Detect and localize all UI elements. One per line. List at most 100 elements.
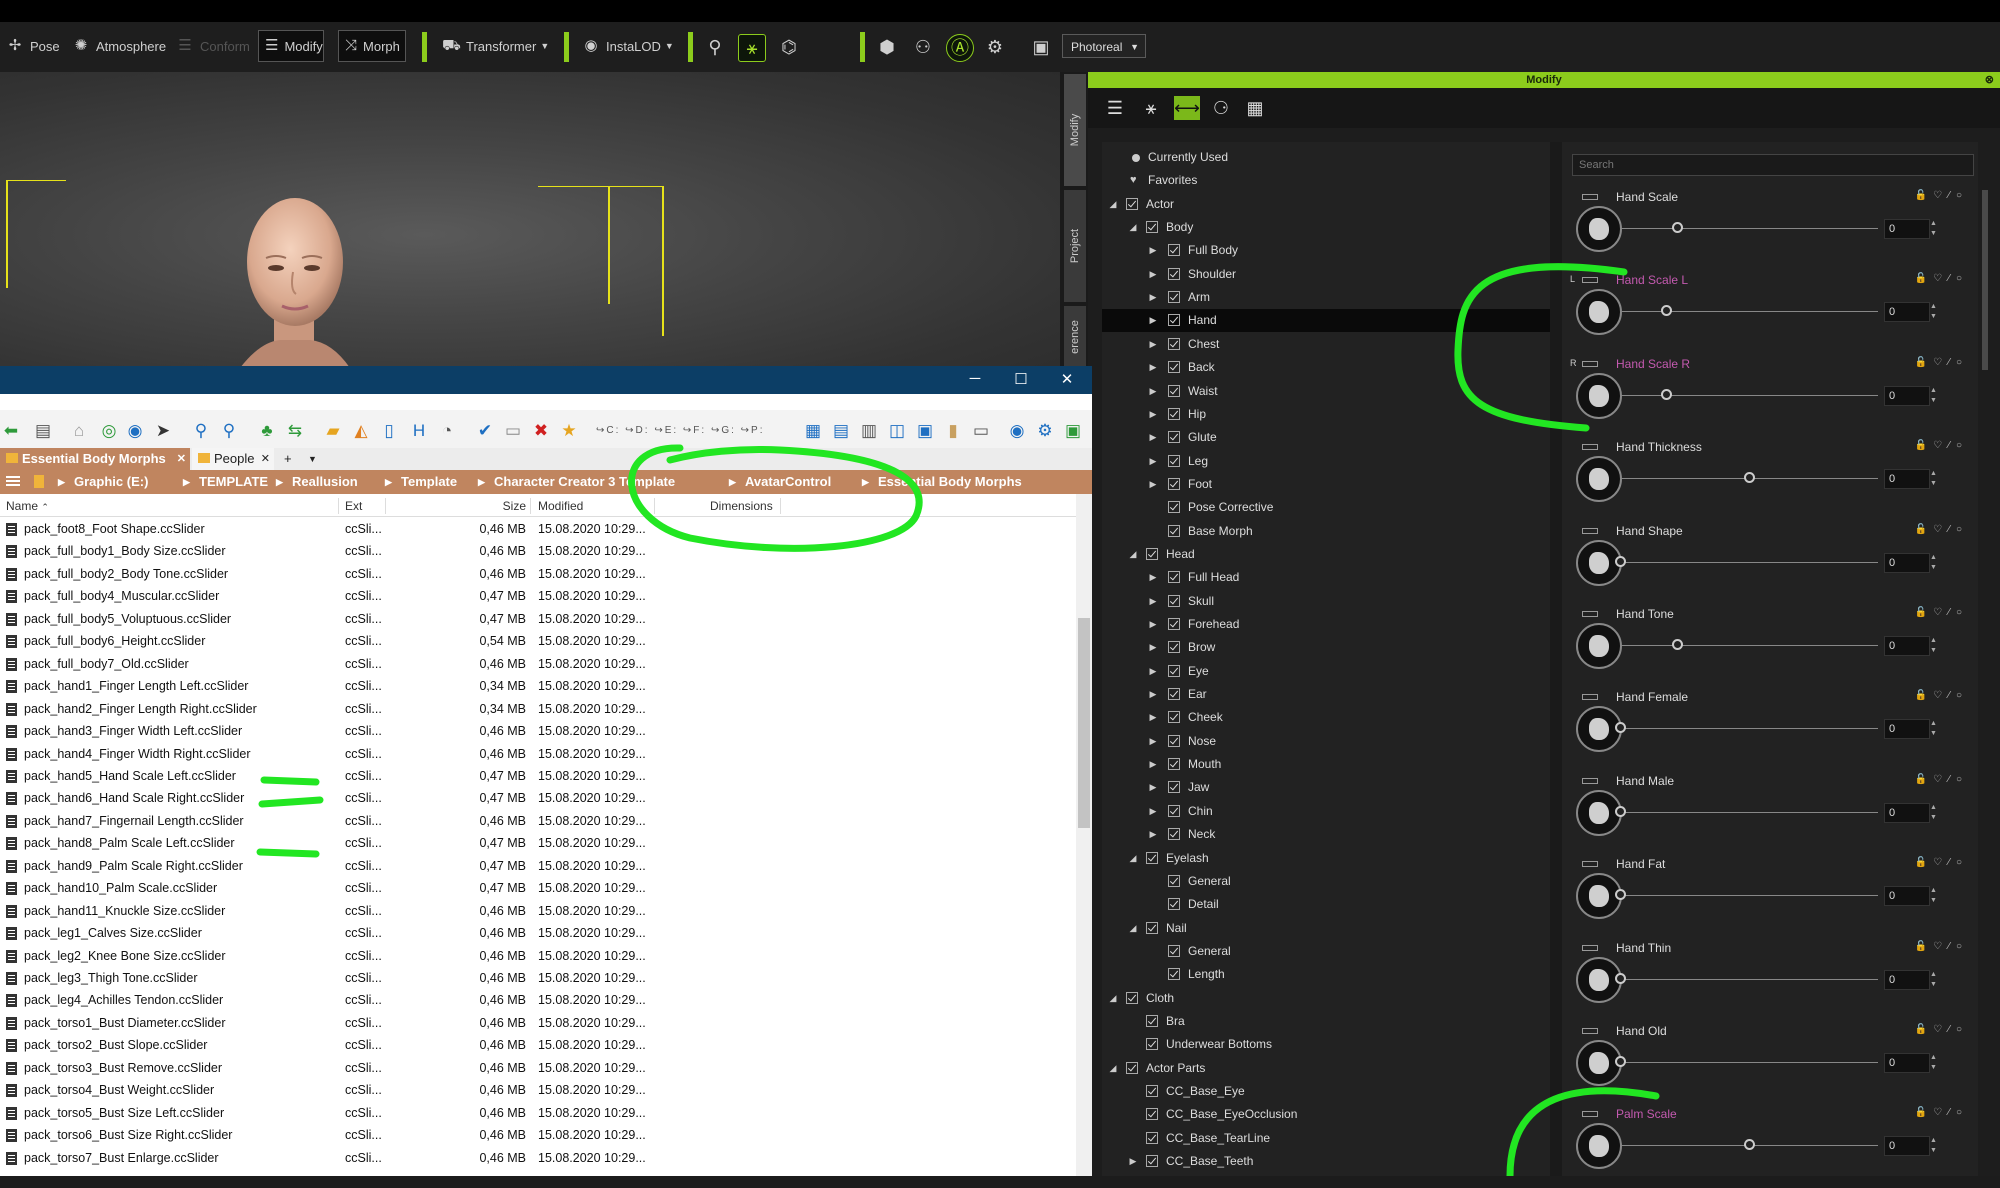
tree-item[interactable]: ◢ Actor Parts xyxy=(1102,1057,1550,1080)
breadcrumb-segment[interactable]: Reallusion xyxy=(292,470,358,494)
checkbox[interactable] xyxy=(1168,944,1180,957)
tree-item[interactable]: ▶ Brow xyxy=(1102,636,1550,659)
checkbox[interactable] xyxy=(1168,501,1180,514)
toggle-icon[interactable] xyxy=(1582,944,1598,951)
checkbox[interactable] xyxy=(1168,337,1180,350)
checkbox[interactable] xyxy=(1168,244,1180,257)
table-row[interactable]: pack_leg1_Calves Size.ccSlider ccSli... 0,… xyxy=(0,922,660,944)
checkbox[interactable] xyxy=(1168,594,1180,607)
table-row[interactable]: pack_hand7_Fingernail Length.ccSlider ccS… xyxy=(0,810,660,832)
table-row[interactable]: pack_torso2_Bust Slope.ccSlider ccSli... 0… xyxy=(0,1034,660,1056)
tree-item[interactable]: ▶ Neck xyxy=(1102,823,1550,846)
table-row[interactable]: pack_hand6_Hand Scale Right.ccSlider ccSl… xyxy=(0,787,660,809)
checkbox[interactable] xyxy=(1168,781,1180,794)
header-icon[interactable]: H xyxy=(408,420,430,442)
table-row[interactable]: pack_full_body6_Height.ccSlider ccSli... 0… xyxy=(0,630,660,652)
tree-item[interactable]: ◢ Eyelash xyxy=(1102,847,1550,870)
table-row[interactable]: pack_full_body4_Muscular.ccSlider ccSli..… xyxy=(0,585,660,607)
checker-icon[interactable]: ▦ xyxy=(1242,96,1268,120)
checkbox[interactable] xyxy=(1126,991,1138,1004)
target-icon[interactable]: ◉ xyxy=(124,420,146,442)
expand-arrow-icon[interactable]: ◢ xyxy=(1128,216,1138,239)
toggle-icon[interactable] xyxy=(1582,861,1598,868)
breadcrumb-segment[interactable]: TEMPLATE xyxy=(199,470,268,494)
gear-icon[interactable]: ⚙ xyxy=(1034,420,1056,442)
slider-track[interactable] xyxy=(1620,728,1878,730)
slider-tools-icons[interactable]: 🔓♡⁄○ xyxy=(1915,941,1968,952)
collapse-arrow-icon[interactable]: ▶ xyxy=(1148,450,1158,473)
render-icon[interactable]: ▣ xyxy=(1028,34,1054,60)
column-divider[interactable] xyxy=(338,498,339,514)
checkbox[interactable] xyxy=(1168,314,1180,327)
tree-item[interactable]: ▶ Mouth xyxy=(1102,753,1550,776)
tree-item[interactable]: Currently Used xyxy=(1102,146,1550,169)
toggle-icon[interactable] xyxy=(1582,777,1598,784)
morph-sliders-icon[interactable]: ⟷ xyxy=(1174,96,1200,120)
spin-buttons[interactable]: ▲ ▼ xyxy=(1930,1136,1940,1156)
scrollbar[interactable] xyxy=(1076,494,1092,1176)
tree-item[interactable]: ▶ Jaw xyxy=(1102,776,1550,799)
slider-tools-icons[interactable]: 🔓♡⁄○ xyxy=(1915,440,1968,451)
star-icon[interactable]: ★ xyxy=(558,420,580,442)
slider-handle[interactable] xyxy=(1615,972,1626,984)
column-divider[interactable] xyxy=(780,498,781,514)
pose-button[interactable]: ✢ Pose xyxy=(0,30,66,62)
slider-value-input[interactable]: 0 xyxy=(1884,969,1930,990)
toggle-icon[interactable] xyxy=(1582,527,1598,534)
render-mode-dropdown[interactable]: Photoreal ▼ xyxy=(1062,34,1146,58)
tree-item[interactable]: ▶ Cheek xyxy=(1102,706,1550,729)
motion-icon[interactable]: ⚹ xyxy=(1138,96,1164,120)
slider-tools-icons[interactable]: 🔓♡⁄○ xyxy=(1915,774,1968,785)
minimize-icon[interactable]: ─ xyxy=(960,370,990,387)
document-icon[interactable]: ▯ xyxy=(378,420,400,442)
rename-icon[interactable]: ▭ xyxy=(502,420,524,442)
checkbox[interactable] xyxy=(1146,221,1158,234)
tree-item[interactable]: ▶ Shoulder xyxy=(1102,263,1550,286)
toggle-icon[interactable] xyxy=(1582,1111,1598,1118)
character-head[interactable] xyxy=(240,192,350,368)
table-row[interactable]: pack_leg4_Achilles Tendon.ccSlider ccSli.… xyxy=(0,989,660,1011)
spin-buttons[interactable]: ▲ ▼ xyxy=(1930,636,1940,656)
close-icon[interactable]: ✕ xyxy=(1052,370,1082,388)
column-divider[interactable] xyxy=(654,498,655,514)
table-row[interactable]: pack_hand3_Finger Width Left.ccSlider ccS… xyxy=(0,720,660,742)
collapse-arrow-icon[interactable]: ▶ xyxy=(1148,286,1158,309)
column-divider[interactable] xyxy=(385,498,386,514)
clipboard-icon[interactable]: ▤ xyxy=(32,420,54,442)
view-list-icon[interactable]: ▤ xyxy=(830,420,852,442)
collapse-arrow-icon[interactable]: ▶ xyxy=(1148,706,1158,729)
atmosphere-button[interactable]: ✺ Atmosphere xyxy=(66,30,172,62)
slider-track[interactable] xyxy=(1620,394,1878,396)
slider-handle[interactable] xyxy=(1744,1139,1755,1151)
collapse-arrow-icon[interactable]: ▶ xyxy=(1148,473,1158,496)
close-icon[interactable]: ⊗ xyxy=(1985,72,1994,88)
preview-pane-icon[interactable]: ▣ xyxy=(914,420,936,442)
table-row[interactable]: pack_torso6_Bust Size Right.ccSlider ccSl… xyxy=(0,1124,660,1146)
slider-tools-icons[interactable]: 🔓♡⁄○ xyxy=(1915,357,1968,368)
tree-item[interactable]: CC_Base_Eye xyxy=(1102,1080,1550,1103)
conform-button[interactable]: ☰ Conform xyxy=(170,30,256,62)
slider-value-input[interactable]: 0 xyxy=(1884,302,1930,323)
slider-track[interactable] xyxy=(1620,561,1878,563)
table-row[interactable]: pack_hand4_Finger Width Right.ccSlider cc… xyxy=(0,743,660,765)
column-name[interactable]: Name ⌃ xyxy=(6,496,49,517)
table-row[interactable]: pack_foot8_Foot Shape.ccSlider ccSli... 0,… xyxy=(0,518,660,540)
checkbox[interactable] xyxy=(1168,291,1180,304)
spin-buttons[interactable]: ▲ ▼ xyxy=(1930,302,1940,322)
tree-item[interactable]: ▶ Nose xyxy=(1102,730,1550,753)
checkbox[interactable] xyxy=(1168,524,1180,537)
checkbox[interactable] xyxy=(1168,407,1180,420)
slider-track[interactable] xyxy=(1620,1062,1878,1063)
mesh-nodes-icon[interactable]: ⌬ xyxy=(776,34,802,60)
checkbox[interactable] xyxy=(1126,197,1138,210)
view-grid-icon[interactable]: ▥ xyxy=(858,420,880,442)
collapse-arrow-icon[interactable]: ▶ xyxy=(1148,590,1158,613)
tree-item[interactable]: ▶ Hand xyxy=(1102,309,1550,333)
table-row[interactable]: pack_torso5_Bust Size Left.ccSlider ccSli… xyxy=(0,1102,660,1124)
expand-arrow-icon[interactable]: ◢ xyxy=(1128,917,1138,940)
toggle-icon[interactable] xyxy=(1582,611,1598,617)
close-icon[interactable]: ✕ xyxy=(177,448,186,470)
table-row[interactable]: pack_hand9_Palm Scale Right.ccSlider ccSl… xyxy=(0,855,660,877)
tab-people[interactable]: People ✕ xyxy=(192,448,274,470)
tree-item[interactable]: ▶ Skull xyxy=(1102,590,1550,613)
